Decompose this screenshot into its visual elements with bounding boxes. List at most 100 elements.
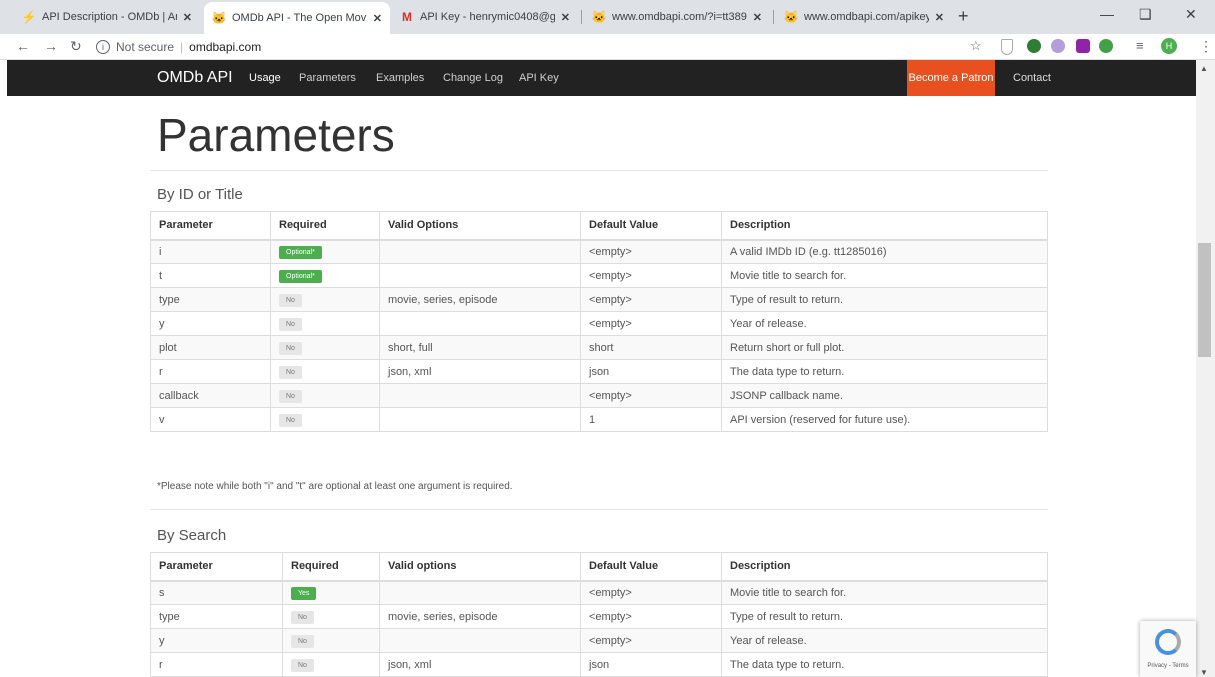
column-header: Parameter [150,552,283,582]
note-text: *Please note while both "i" and "t" are … [157,481,513,492]
param-cell: v [150,407,271,432]
browser-tab-active[interactable]: 🐱 OMDb API - The Open Movie Da ✕ [204,2,390,34]
table-header-row: Parameter Required Valid Options Default… [150,211,1048,241]
extension-icon[interactable] [1099,39,1113,53]
table-header-row: Parameter Required Valid options Default… [150,552,1048,582]
required-badge: No [279,413,302,427]
options-cell [379,580,581,605]
profile-avatar[interactable]: H [1161,38,1177,54]
browser-tab[interactable]: ⚡ API Description - OMDb | AnyAPI ✕ [14,4,200,30]
default-cell: 1 [580,407,722,432]
playlist-icon[interactable]: ≡ [1136,38,1144,53]
column-header: Required [270,211,380,241]
site-navbar: OMDb API Usage Parameters Examples Chang… [7,60,1196,96]
required-cell: No [270,407,380,432]
divider: | [180,40,184,54]
omdb-icon: 🐱 [591,10,607,24]
param-cell: t [150,263,271,288]
gmail-icon: M [402,10,412,24]
table-row: callback No <empty> JSONP callback name. [150,383,1048,408]
close-tab-icon[interactable]: ✕ [561,11,570,24]
description-cell: The data type to return. [721,359,1048,384]
close-tab-icon[interactable]: ✕ [935,11,944,24]
brand-logo[interactable]: OMDb API [157,60,233,96]
close-tab-icon[interactable]: ✕ [753,11,762,24]
close-tab-icon[interactable]: ✕ [373,12,382,25]
required-badge: No [279,293,302,307]
minimize-icon[interactable]: — [1100,6,1114,22]
address-toolbar: ← → ↻ i Not secure | omdbapi.com ☆ ≡ H ⋮ [0,34,1215,60]
required-cell: No [270,287,380,312]
required-cell: No [270,359,380,384]
table-row: plot No short, full short Return short or fu… [150,335,1048,360]
required-cell: No [270,311,380,336]
scrollbar-thumb[interactable] [1198,243,1211,357]
description-cell: Year of release. [721,311,1048,336]
become-patron-button[interactable]: Become a Patron [907,60,995,96]
reload-icon[interactable]: ↻ [70,38,82,55]
default-cell: <empty> [580,604,722,629]
column-header: Description [721,211,1048,241]
options-cell [379,239,581,264]
back-arrow-icon[interactable]: ← [16,38,30,54]
table-row: type No movie, series, episode <empty> Type … [150,604,1048,629]
default-cell: <empty> [580,263,722,288]
description-cell: Return short or full plot. [721,335,1048,360]
url-text: omdbapi.com [189,40,262,54]
browser-tab[interactable]: 🐱 www.omdbapi.com/?i=tt389619 ✕ [584,4,770,30]
options-cell [379,311,581,336]
nav-parameters[interactable]: Parameters [299,60,356,96]
param-cell: i [150,239,271,264]
required-cell: Optional* [270,263,380,288]
options-cell: short, full [379,335,581,360]
shield-extension-icon[interactable] [1001,39,1013,55]
description-cell: Movie title to search for. [721,580,1048,605]
security-label: Not secure [116,40,175,54]
tab-title: API Description - OMDb | AnyAPI [42,11,177,23]
tab-title: www.omdbapi.com/apikey.aspx? [804,11,929,23]
browser-tab[interactable]: M API Key - henrymic0408@gmail.c ✕ [392,4,578,30]
address-bar[interactable]: i Not secure | omdbapi.com [96,37,496,57]
extension-icon[interactable] [1051,39,1065,53]
tab-title: www.omdbapi.com/?i=tt389619 [612,11,747,23]
required-cell: No [282,604,380,629]
recaptcha-badge[interactable]: Privacy - Terms [1140,621,1196,677]
default-cell: <empty> [580,311,722,336]
options-cell: json, xml [379,652,581,677]
table-row: r No json, xml json The data type to return. [150,652,1048,677]
scroll-down-icon[interactable]: ▼ [1200,668,1208,677]
param-cell: type [150,287,271,312]
star-icon[interactable]: ☆ [970,38,982,54]
close-window-icon[interactable]: ✕ [1185,6,1197,23]
nav-change-log[interactable]: Change Log [443,60,503,96]
tab-separator [773,10,774,24]
default-cell: <empty> [580,239,722,264]
nav-contact[interactable]: Contact [1013,60,1051,96]
required-badge: No [291,658,314,672]
scroll-up-icon[interactable]: ▲ [1200,64,1208,73]
new-tab-button[interactable]: + [958,6,969,27]
info-icon[interactable]: i [96,40,110,54]
section-title-by-search: By Search [157,527,227,544]
required-badge: Optional* [279,245,322,259]
description-cell: API version (reserved for future use). [721,407,1048,432]
default-cell: json [580,652,722,677]
nav-usage[interactable]: Usage [249,60,281,96]
page-title: Parameters [157,109,395,161]
extension-icon[interactable] [1027,39,1041,53]
maximize-icon[interactable]: ❑ [1139,6,1152,23]
scrollbar-track[interactable] [1196,60,1215,677]
divider [150,509,1048,510]
nav-examples[interactable]: Examples [376,60,424,96]
omdb-icon: 🐱 [211,11,227,25]
close-tab-icon[interactable]: ✕ [183,11,192,24]
table-row: r No json, xml json The data type to return. [150,359,1048,384]
menu-kebab-icon[interactable]: ⋮ [1199,38,1213,55]
browser-tab[interactable]: 🐱 www.omdbapi.com/apikey.aspx? ✕ [776,4,952,30]
table-row: y No <empty> Year of release. [150,311,1048,336]
nav-api-key[interactable]: API Key [519,60,559,96]
extension-icon[interactable] [1076,39,1090,53]
required-cell: Optional* [270,239,380,264]
column-header: Valid Options [379,211,581,241]
forward-arrow-icon[interactable]: → [44,38,58,54]
